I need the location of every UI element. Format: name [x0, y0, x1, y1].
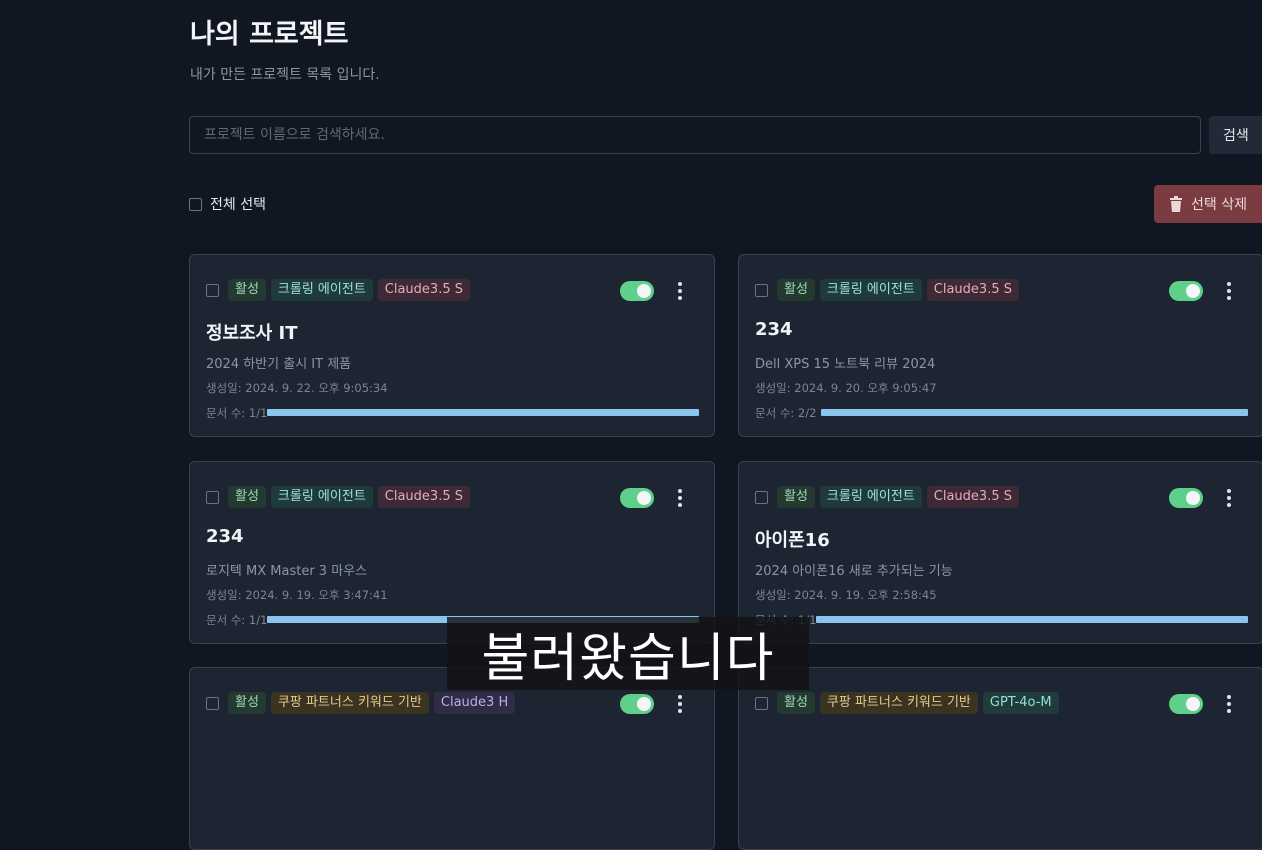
- document-count: 문서 수: 1/1: [206, 406, 268, 420]
- project-title: 아이폰16: [755, 530, 830, 551]
- active-toggle[interactable]: [1169, 488, 1203, 508]
- document-count: 문서 수: 1/1: [206, 613, 268, 627]
- project-title: 234: [206, 526, 244, 547]
- more-options-icon[interactable]: [1221, 693, 1237, 715]
- model-badge: Claude3.5 S: [926, 279, 1019, 301]
- select-all-label: 전체 선택: [210, 197, 266, 213]
- active-toggle[interactable]: [620, 488, 654, 508]
- page-title: 나의 프로젝트: [190, 19, 349, 50]
- active-toggle[interactable]: [620, 281, 654, 301]
- more-options-icon[interactable]: [672, 280, 688, 302]
- active-toggle[interactable]: [1169, 694, 1203, 714]
- more-options-icon[interactable]: [672, 693, 688, 715]
- project-title: 정보조사 IT: [206, 323, 298, 344]
- project-checkbox[interactable]: [206, 490, 219, 504]
- project-checkbox[interactable]: [755, 283, 768, 297]
- model-badge: Claude3.5 S: [926, 486, 1019, 508]
- trash-icon: [1170, 196, 1182, 212]
- type-badge: 크롤링 에이전트: [819, 486, 922, 508]
- type-badge: 크롤링 에이전트: [270, 486, 373, 508]
- project-card[interactable]: 활성 크롤링 에이전트 Claude3.5 S 234 Dell XPS 15 …: [738, 254, 1262, 437]
- active-toggle[interactable]: [620, 694, 654, 714]
- search-button[interactable]: 검색: [1209, 116, 1262, 154]
- project-description: 로지텍 MX Master 3 마우스: [206, 564, 368, 579]
- select-all[interactable]: 전체 선택: [189, 194, 266, 214]
- status-badge: 활성: [228, 486, 266, 508]
- progress-bar: [821, 409, 1248, 416]
- project-created-date: 생성일: 2024. 9. 22. 오후 9:05:34: [206, 381, 388, 395]
- type-badge: 크롤링 에이전트: [270, 279, 373, 301]
- project-card[interactable]: 활성 크롤링 에이전트 Claude3.5 S 아이폰16 2024 아이폰16…: [738, 461, 1262, 644]
- status-badge: 활성: [228, 279, 266, 301]
- active-toggle[interactable]: [1169, 281, 1203, 301]
- more-options-icon[interactable]: [672, 487, 688, 509]
- more-options-icon[interactable]: [1221, 487, 1237, 509]
- more-options-icon[interactable]: [1221, 280, 1237, 302]
- document-count: 문서 수: 2/2: [755, 406, 817, 420]
- select-all-checkbox[interactable]: [189, 197, 202, 211]
- type-badge: 쿠팡 파트너스 키워드 기반: [270, 692, 429, 714]
- project-checkbox[interactable]: [206, 283, 219, 297]
- project-card[interactable]: 활성 크롤링 에이전트 Claude3.5 S 정보조사 IT 2024 하반기…: [189, 254, 715, 437]
- status-badge: 활성: [777, 692, 815, 714]
- project-card[interactable]: 활성 쿠팡 파트너스 키워드 기반 Claude3 H: [189, 667, 715, 850]
- delete-selected-label: 선택 삭제: [1191, 197, 1247, 213]
- delete-selected-button[interactable]: 선택 삭제: [1154, 185, 1262, 223]
- project-title: 234: [755, 319, 793, 340]
- project-description: Dell XPS 15 노트북 리뷰 2024: [755, 357, 936, 372]
- page-subtitle: 내가 만든 프로젝트 목록 입니다.: [190, 67, 380, 83]
- model-badge: Claude3.5 S: [377, 486, 470, 508]
- video-caption: 불러왔습니다: [447, 617, 809, 690]
- project-description: 2024 하반기 출시 IT 제품: [206, 357, 352, 372]
- model-badge: Claude3 H: [433, 692, 516, 714]
- status-badge: 활성: [228, 692, 266, 714]
- project-checkbox[interactable]: [755, 490, 768, 504]
- project-created-date: 생성일: 2024. 9. 19. 오후 3:47:41: [206, 588, 388, 602]
- progress-bar: [816, 616, 1248, 623]
- progress-bar: [267, 409, 699, 416]
- type-badge: 크롤링 에이전트: [819, 279, 922, 301]
- status-badge: 활성: [777, 279, 815, 301]
- status-badge: 활성: [777, 486, 815, 508]
- type-badge: 쿠팡 파트너스 키워드 기반: [819, 692, 978, 714]
- project-description: 2024 아이폰16 새로 추가되는 기능: [755, 564, 953, 579]
- project-created-date: 생성일: 2024. 9. 20. 오후 9:05:47: [755, 381, 937, 395]
- project-card[interactable]: 활성 쿠팡 파트너스 키워드 기반 GPT-4o-M: [738, 667, 1262, 850]
- model-badge: Claude3.5 S: [377, 279, 470, 301]
- model-badge: GPT-4o-M: [982, 692, 1059, 714]
- project-created-date: 생성일: 2024. 9. 19. 오후 2:58:45: [755, 588, 937, 602]
- search-input[interactable]: [189, 116, 1201, 154]
